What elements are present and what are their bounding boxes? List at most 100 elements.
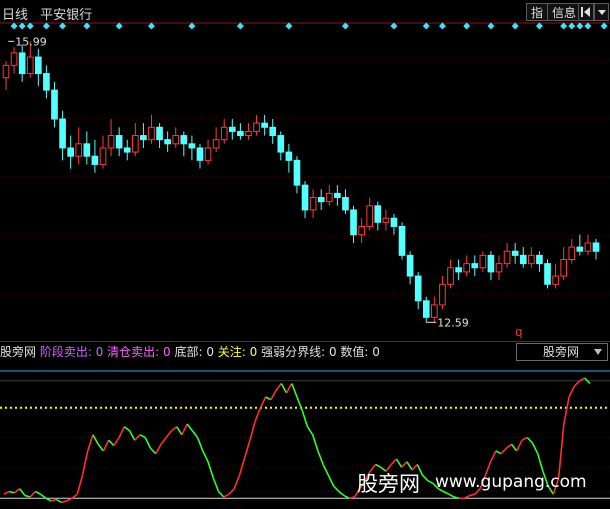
indicator-item-0: 阶段卖出: 0: [39, 345, 104, 359]
indicator-segment-15: [76, 475, 84, 495]
indicator-segment-97: [505, 443, 513, 449]
watermark-url: www.gupang.com: [435, 472, 587, 492]
diamond-signal-13: [422, 22, 430, 30]
indicator-segment-86: [448, 493, 455, 498]
indicator-segment-77: [401, 461, 408, 468]
candle-body-55: [447, 267, 454, 285]
indicator-segment-51: [265, 396, 272, 401]
candle-body-21: [172, 135, 180, 145]
indicator-values: 阶段卖出: 0 清仓卖出: 0 底部: 0 关注: 0 强弱分界线: 0 数值:…: [40, 345, 380, 359]
indicator-segment-64: [333, 485, 340, 493]
indicator-segment-63: [327, 474, 335, 487]
candle-body-67: [544, 263, 551, 285]
candle-body-70: [568, 246, 576, 261]
diamond-signal-5: [83, 22, 91, 30]
indicator-segment-47: [243, 439, 251, 458]
candle-body-66: [536, 254, 543, 265]
candle-body-50: [406, 254, 414, 277]
dropdown-icon[interactable]: [594, 3, 609, 21]
candle-body-26: [212, 139, 220, 149]
candle-body-33: [269, 126, 277, 137]
indicator-segment-59: [306, 426, 314, 436]
diamond-signal-6: [115, 22, 123, 30]
candle-body-8: [67, 147, 74, 157]
indicator-segment-12: [61, 500, 67, 504]
diamond-signal-12: [390, 22, 398, 30]
indicator-item-5: 数值: 0: [336, 345, 380, 359]
indicator-segment-42: [217, 490, 225, 498]
indicator-segment-29: [149, 447, 157, 455]
indicator-segment-103: [536, 453, 544, 472]
candle-body-22: [180, 135, 188, 145]
diamond-signal-14: [438, 22, 446, 30]
indicator-selector[interactable]: 股旁网: [516, 343, 608, 361]
indicator-segment-14: [71, 493, 78, 499]
diamond-signal-17: [511, 22, 519, 30]
indicator-segment-60: [311, 434, 319, 452]
candle-body-35: [285, 151, 293, 161]
diamond-signal-7: [147, 22, 155, 30]
indicator-selector-value: 股旁网: [543, 345, 580, 359]
candle-body-45: [366, 205, 374, 227]
candle-body-41: [334, 192, 341, 199]
indicator-segment-110: [573, 380, 581, 387]
diamond-signal-1: [18, 22, 26, 30]
candle-body-7: [59, 118, 66, 149]
diamond-signal-2: [26, 22, 34, 30]
candle-body-71: [576, 246, 584, 252]
indicator-segment-45: [233, 475, 241, 490]
indicator-segment-16: [81, 450, 89, 476]
indicator-segment-61: [317, 450, 324, 465]
diamond-signal-11: [341, 22, 349, 30]
indicator-segment-6: [29, 490, 36, 498]
candle-body-58: [471, 263, 479, 269]
candle-body-24: [196, 147, 204, 161]
indicator-segment-102: [531, 442, 539, 455]
indicator-button[interactable]: 指: [526, 3, 549, 21]
candle-body-0: [2, 64, 10, 79]
chart-window: 15.99 12.59 q 日线 平安银行 指 信息 股旁网 阶段卖出: 0 清仓卖…: [0, 0, 610, 509]
candle-body-69: [560, 259, 568, 277]
indicator-segment-22: [113, 437, 120, 447]
indicator-name[interactable]: 股旁网: [0, 345, 36, 359]
candle-body-43: [350, 209, 357, 236]
indicator-segment-4: [19, 488, 26, 497]
candle-body-36: [293, 159, 301, 186]
diamond-signal-15: [463, 22, 471, 30]
indicator-segment-18: [92, 434, 99, 445]
candle-body-4: [35, 56, 42, 75]
period-label[interactable]: 日线: [2, 8, 28, 23]
indicator-segment-56: [291, 383, 298, 398]
candle-body-30: [245, 130, 252, 137]
candle-body-49: [398, 225, 406, 256]
candle-body-11: [91, 155, 99, 165]
indicator-segment-49: [254, 407, 262, 422]
indicator-segment-98: [510, 443, 518, 452]
diamond-signal-0: [10, 22, 18, 30]
indicator-segment-35: [181, 423, 188, 436]
diamond-signal-10: [285, 22, 293, 30]
indicator-segment-36: [186, 423, 193, 432]
indicator-segment-52: [270, 389, 277, 401]
info-button[interactable]: 信息: [547, 3, 582, 21]
candle-body-14: [115, 135, 123, 149]
candle-body-56: [455, 267, 462, 273]
indicator-segment-75: [390, 458, 397, 466]
low-price-label: 12.59: [437, 316, 469, 329]
candle-body-61: [495, 263, 503, 273]
candle-body-48: [390, 217, 398, 227]
candle-body-38: [309, 197, 317, 211]
pin-icon[interactable]: [578, 3, 594, 21]
indicator-segment-11: [55, 498, 62, 504]
indicator-segment-41: [212, 477, 220, 492]
watermark-cn: 股旁网: [357, 472, 420, 496]
candlestick-series: [2, 41, 600, 323]
candle-body-44: [358, 225, 365, 236]
indicator-segment-19: [97, 443, 105, 452]
candle-body-27: [220, 126, 228, 141]
indicator-segment-82: [427, 479, 434, 485]
indicator-segment-39: [202, 450, 209, 463]
high-price-label: 15.99: [15, 35, 47, 48]
candle-body-62: [503, 250, 511, 265]
diamond-signal-21: [576, 22, 584, 30]
